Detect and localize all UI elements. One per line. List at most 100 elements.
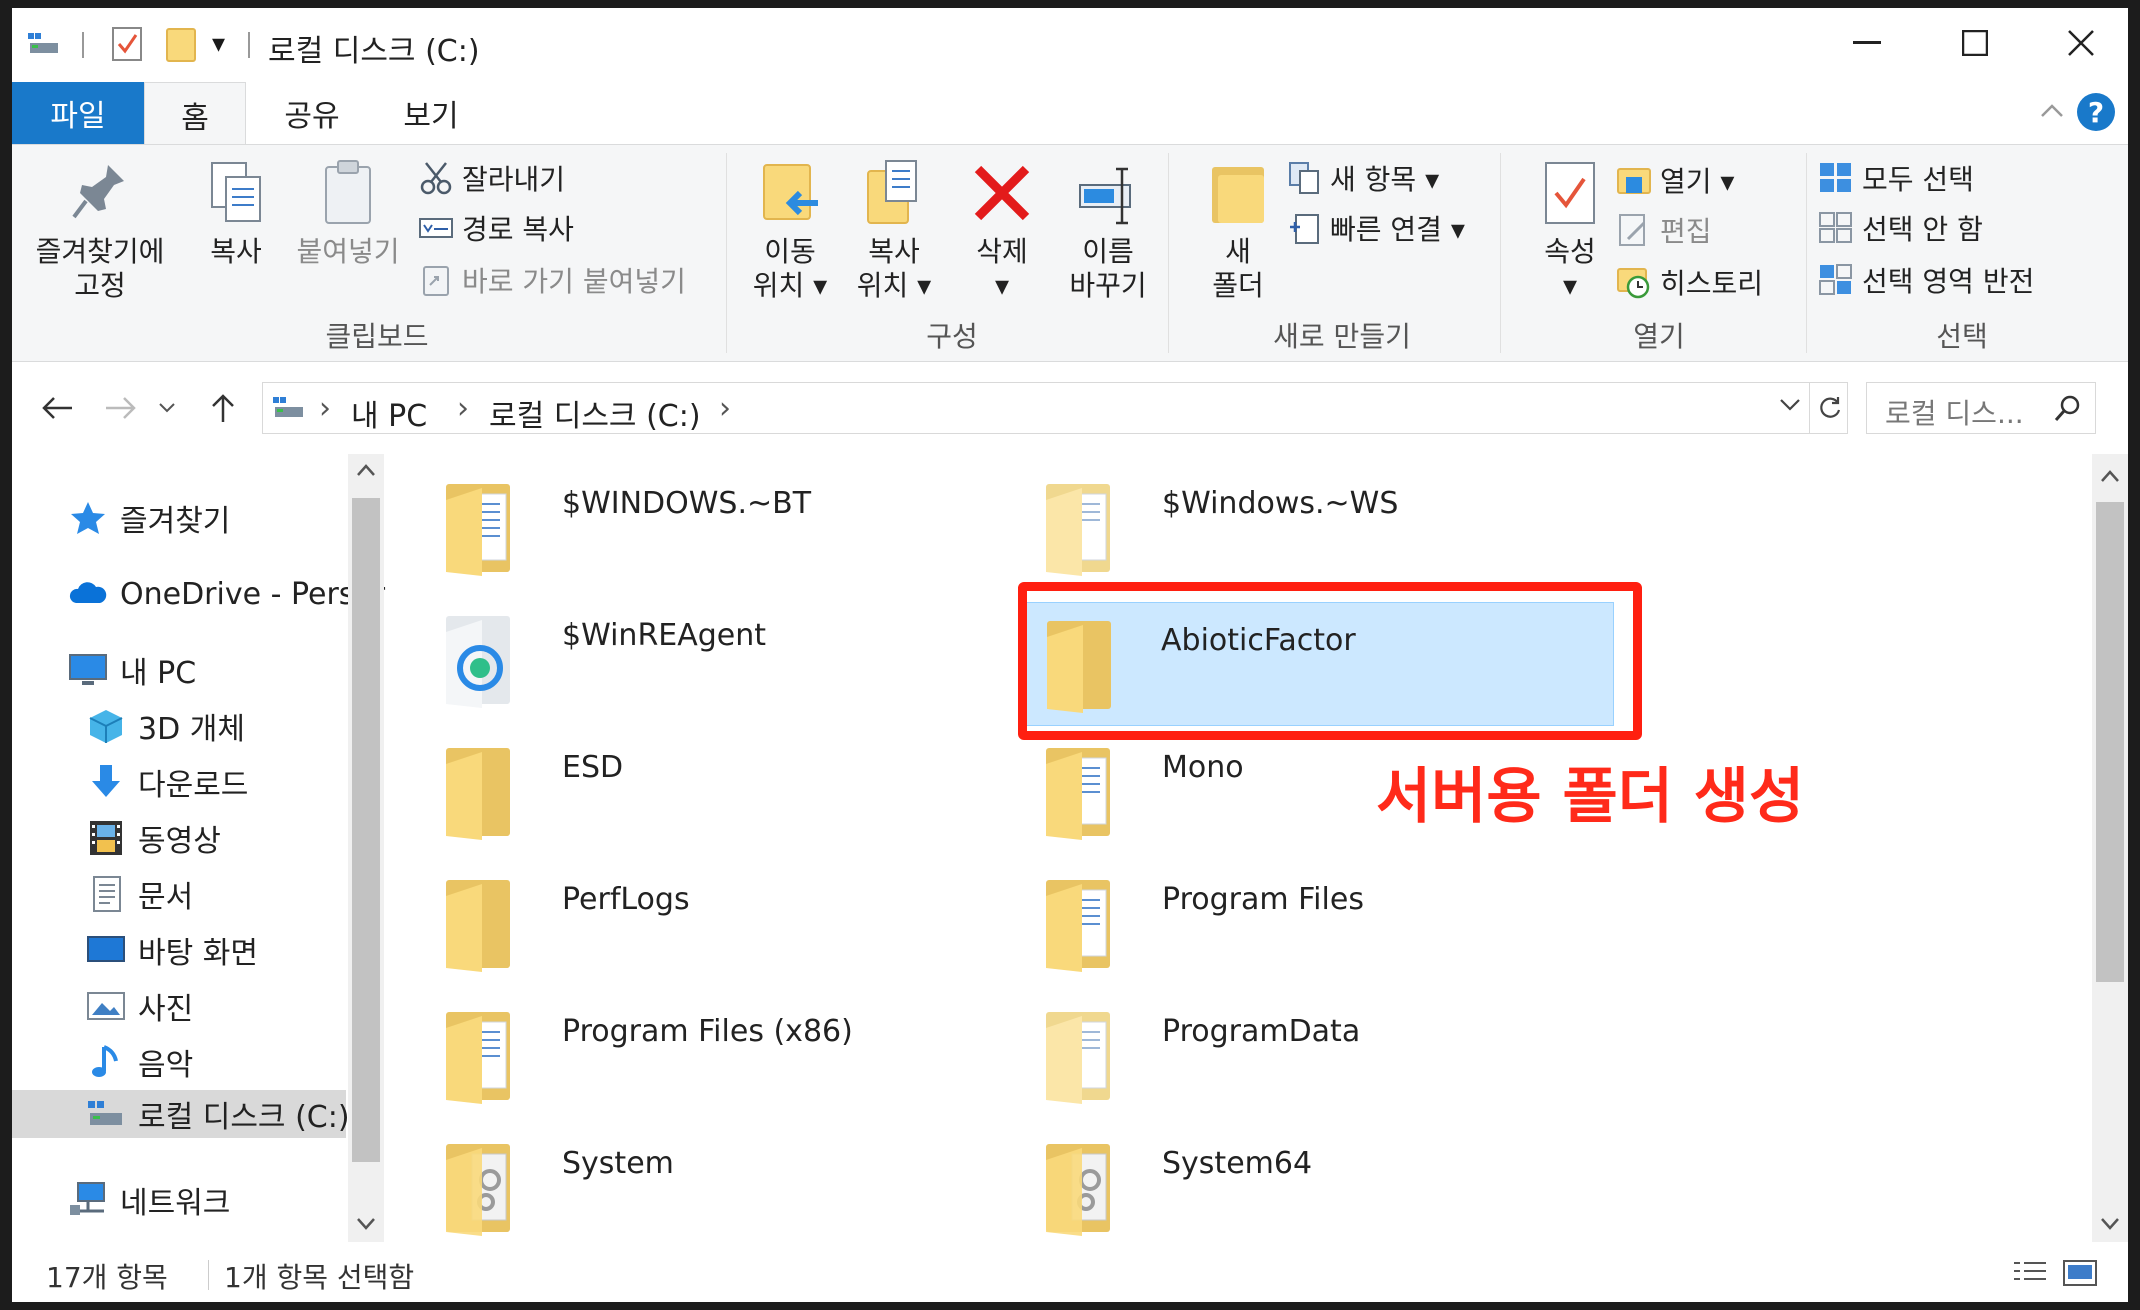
up-button[interactable]	[198, 384, 248, 432]
help-icon[interactable]: ?	[2076, 92, 2116, 136]
select-none-button[interactable]: 선택 안 함	[1818, 207, 1983, 249]
delete-label: 삭제 ▾	[976, 235, 1028, 302]
nav-item-local-disk[interactable]: 로컬 디스크 (C:)	[12, 1090, 350, 1138]
breadcrumb-separator[interactable]: ›	[319, 391, 331, 426]
back-button[interactable]	[32, 384, 82, 432]
chevron-up-icon[interactable]	[356, 462, 376, 481]
nav-item-label: 즐겨찾기	[120, 504, 231, 539]
folder-icon	[1042, 480, 1122, 578]
search-input[interactable]: 로컬 디스...	[1866, 382, 2096, 434]
scrollbar-thumb[interactable]	[2096, 502, 2124, 982]
folder-name: $WinREAgent	[562, 618, 767, 653]
chevron-up-icon[interactable]	[2100, 468, 2120, 487]
tab-home[interactable]: 홈	[144, 82, 246, 146]
folder-item[interactable]: $WinREAgent	[392, 598, 992, 722]
nav-item-desktop[interactable]: 바탕 화면	[86, 926, 258, 974]
new-folder-button[interactable]: 새 폴더	[1188, 157, 1288, 303]
chevron-down-icon[interactable]	[1779, 397, 1801, 417]
nav-item-onedrive[interactable]: OneDrive - Persor	[68, 570, 385, 618]
folder-item[interactable]: System64	[992, 1126, 1592, 1250]
maximize-button[interactable]	[1920, 8, 2030, 78]
folder-name: Program Files	[1162, 882, 1364, 917]
folder-item[interactable]: ProgramData	[992, 994, 1592, 1118]
tab-view[interactable]: 보기	[376, 82, 486, 144]
nav-item-videos[interactable]: 동영상	[86, 814, 221, 862]
properties-button[interactable]: 속성 ▾	[1522, 157, 1618, 303]
edit-button[interactable]: 편집	[1616, 209, 1712, 251]
open-button[interactable]: 열기 ▾	[1616, 159, 1734, 201]
new-item-button[interactable]: 새 항목 ▾	[1286, 157, 1439, 199]
folder-item[interactable]: System	[392, 1126, 992, 1250]
folder-icon	[442, 744, 522, 842]
pin-label: 즐겨찾기에 고정	[35, 235, 165, 302]
breadcrumb-this-pc[interactable]: 내 PC	[351, 391, 427, 435]
copy-icon	[204, 157, 268, 229]
tab-file[interactable]: 파일	[12, 82, 144, 144]
nav-item-network[interactable]: 네트워크	[68, 1176, 230, 1224]
navigation-pane: 즐겨찾기 OneDrive - Persor 내 PC 3D 개체 다운로드 동…	[12, 454, 386, 1242]
close-button[interactable]	[2026, 8, 2128, 78]
file-list: $WINDOWS.~BT $Windows.~WS $WinREAgent Ab…	[392, 454, 2128, 1242]
folder-item[interactable]: $Windows.~WS	[992, 466, 1592, 590]
nav-item-this-pc[interactable]: 내 PC	[68, 646, 196, 694]
invert-selection-label: 선택 영역 반전	[1862, 265, 2035, 298]
properties-icon[interactable]	[110, 24, 144, 64]
nav-pane-scrollbar[interactable]	[348, 454, 384, 1242]
nav-item-3d-objects[interactable]: 3D 개체	[86, 702, 245, 750]
nav-item-label: 사진	[138, 992, 194, 1027]
forward-button[interactable]	[96, 384, 146, 432]
picture-icon	[86, 987, 126, 1025]
chevron-up-icon[interactable]	[2038, 98, 2066, 130]
select-all-button[interactable]: 모두 선택	[1818, 157, 1974, 199]
select-all-label: 모두 선택	[1862, 163, 1974, 196]
organize-group-label: 구성	[926, 320, 978, 353]
invert-selection-button[interactable]: 선택 영역 반전	[1818, 259, 2034, 301]
copy-path-button[interactable]: 경로 복사	[418, 207, 574, 249]
details-view-icon[interactable]	[2010, 1258, 2050, 1292]
nav-item-downloads[interactable]: 다운로드	[86, 758, 248, 806]
cloud-icon	[68, 575, 108, 613]
scrollbar-thumb[interactable]	[352, 498, 380, 1162]
tab-share[interactable]: 공유	[262, 82, 362, 144]
delete-button[interactable]: 삭제 ▾	[962, 157, 1042, 303]
folder-item[interactable]: PerfLogs	[392, 862, 992, 986]
large-icons-view-icon[interactable]	[2062, 1258, 2098, 1292]
breadcrumb-separator[interactable]: ›	[719, 391, 731, 426]
easy-access-button[interactable]: 빠른 연결 ▾	[1286, 207, 1465, 249]
copy-label: 복사	[210, 235, 262, 268]
history-button[interactable]: 히스토리	[1616, 261, 1763, 303]
nav-item-music[interactable]: 음악	[86, 1038, 193, 1086]
qat-dropdown-button[interactable]: ▾	[212, 24, 225, 64]
folder-item[interactable]: ESD	[392, 730, 992, 854]
copy-button[interactable]: 복사	[188, 157, 284, 269]
breadcrumb-separator[interactable]: ›	[457, 391, 469, 426]
nav-item-documents[interactable]: 문서	[86, 870, 193, 918]
move-to-button[interactable]: 이동 위치 ▾	[740, 157, 840, 303]
cut-button[interactable]: 잘라내기	[418, 157, 565, 199]
rename-button[interactable]: 이름 바꾸기	[1058, 157, 1158, 303]
folder-item[interactable]: $WINDOWS.~BT	[392, 466, 992, 590]
nav-item-quick-access[interactable]: 즐겨찾기	[68, 494, 230, 542]
copy-to-button[interactable]: 복사 위치 ▾	[844, 157, 944, 303]
minimize-button[interactable]	[1812, 8, 1922, 78]
pin-to-quick-access-button[interactable]: 즐겨찾기에 고정	[22, 157, 178, 303]
ribbon-tabs: 파일 홈 공유 보기 ?	[12, 82, 2128, 146]
folder-item[interactable]: Program Files	[992, 862, 1592, 986]
folder-item[interactable]: Program Files (x86)	[392, 994, 992, 1118]
nav-item-pictures[interactable]: 사진	[86, 982, 193, 1030]
paste-button[interactable]: 붙여넣기	[286, 157, 410, 269]
file-list-scrollbar[interactable]	[2092, 454, 2128, 1242]
file-explorer-window: ▾ 로컬 디스크 (C:) 파일 홈 공유 보기 ? 즐겨찾기에 고정 복사 붙…	[12, 8, 2128, 1302]
nav-item-label: 3D 개체	[138, 712, 245, 747]
paste-shortcut-button[interactable]: 바로 가기 붙여넣기	[418, 259, 686, 301]
history-icon	[1616, 265, 1652, 299]
breadcrumb-local-disk[interactable]: 로컬 디스크 (C:)	[489, 391, 701, 435]
move-to-icon	[758, 157, 822, 229]
new-folder-icon[interactable]	[164, 24, 198, 64]
chevron-down-icon[interactable]	[356, 1216, 376, 1235]
recent-locations-button[interactable]	[152, 384, 182, 432]
address-bar[interactable]: › 내 PC › 로컬 디스크 (C:) ›	[262, 382, 1848, 434]
drive-icon[interactable]	[26, 24, 62, 64]
refresh-icon[interactable]	[1809, 383, 1849, 433]
chevron-down-icon[interactable]	[2100, 1216, 2120, 1235]
